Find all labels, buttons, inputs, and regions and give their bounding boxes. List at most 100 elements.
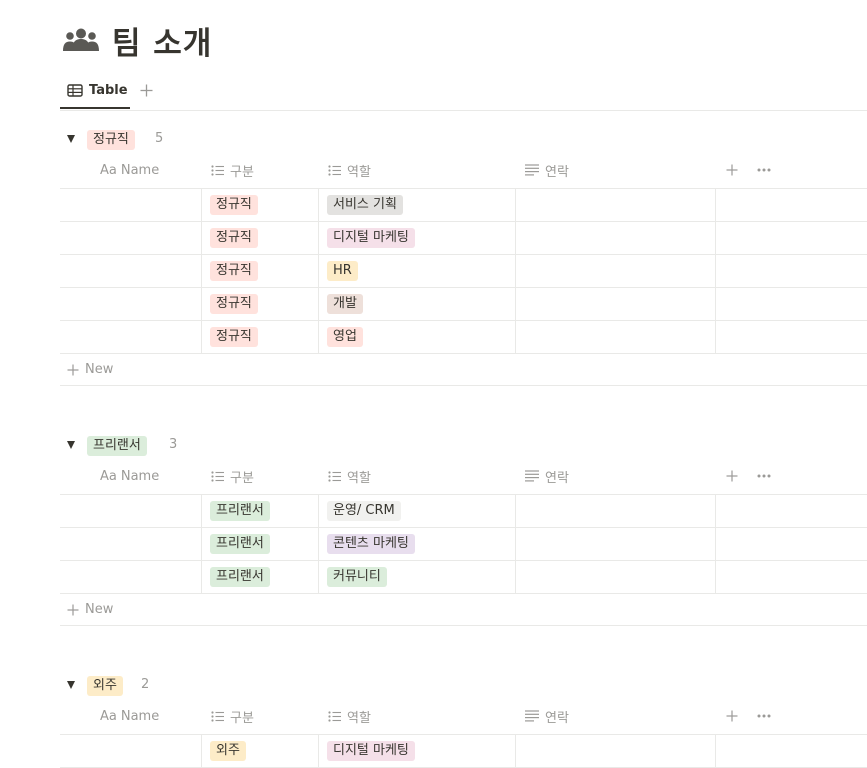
name-cell[interactable] bbox=[60, 528, 202, 560]
column-header-role[interactable]: 역할 bbox=[328, 152, 371, 188]
tab-table[interactable]: Table bbox=[60, 74, 130, 109]
plus-icon[interactable] bbox=[136, 80, 156, 100]
category-cell[interactable]: 정규직 bbox=[202, 255, 319, 287]
column-header-category[interactable]: 구분 bbox=[211, 152, 254, 188]
table-row[interactable]: 정규직 개발 bbox=[60, 288, 867, 321]
toggle-arrow-icon[interactable] bbox=[67, 135, 75, 143]
new-row-button[interactable]: New bbox=[67, 354, 113, 385]
contact-cell[interactable] bbox=[516, 735, 716, 767]
new-row: New bbox=[60, 354, 867, 386]
contact-cell[interactable] bbox=[516, 189, 716, 221]
contact-cell[interactable] bbox=[516, 222, 716, 254]
table-row[interactable]: 외주 디지털 마케팅 bbox=[60, 735, 867, 768]
column-header-contact[interactable]: 연락 bbox=[525, 698, 569, 734]
category-tag: 프리랜서 bbox=[210, 501, 270, 521]
column-header-label: Name bbox=[120, 708, 160, 724]
page-title[interactable]: 팀 소개 bbox=[112, 18, 212, 63]
role-cell[interactable]: 영업 bbox=[319, 321, 516, 353]
group-header: 외주 2 bbox=[60, 672, 867, 700]
category-cell[interactable]: 프리랜서 bbox=[202, 495, 319, 527]
column-header-label: 역할 bbox=[347, 710, 371, 726]
role-cell[interactable]: 디지털 마케팅 bbox=[319, 222, 516, 254]
table-row[interactable]: 정규직 서비스 기획 bbox=[60, 189, 867, 222]
role-cell[interactable]: 커뮤니티 bbox=[319, 561, 516, 593]
role-tag: 서비스 기획 bbox=[327, 195, 403, 215]
tab-table-label: Table bbox=[89, 83, 128, 98]
category-cell[interactable]: 프리랜서 bbox=[202, 561, 319, 593]
list-icon bbox=[328, 164, 341, 176]
table-group: 정규직 5 Aa Name 구분 역할 연락 정규직 서비스 기획 정규직 디지털 마케팅 정규직 HR… bbox=[60, 126, 867, 386]
toggle-arrow-icon[interactable] bbox=[67, 441, 75, 449]
column-header-category[interactable]: 구분 bbox=[211, 458, 254, 494]
people-group-icon[interactable] bbox=[62, 25, 100, 55]
column-header-contact[interactable]: 연락 bbox=[525, 152, 569, 188]
contact-cell[interactable] bbox=[516, 561, 716, 593]
table-row[interactable]: 정규직 영업 bbox=[60, 321, 867, 354]
toggle-arrow-icon[interactable] bbox=[67, 681, 75, 689]
table-group: 프리랜서 3 Aa Name 구분 역할 연락 프리랜서 운영/ CRM 프리랜서 콘텐츠 마케팅 프… bbox=[60, 432, 867, 626]
role-tag: HR bbox=[327, 261, 358, 281]
column-header-name[interactable]: Aa Name bbox=[100, 698, 159, 734]
name-cell[interactable] bbox=[60, 321, 202, 353]
group-count: 5 bbox=[155, 131, 164, 146]
column-header-row: Aa Name 구분 역할 연락 bbox=[60, 458, 867, 495]
column-header-role[interactable]: 역할 bbox=[328, 698, 371, 734]
column-header-row: Aa Name 구분 역할 연락 bbox=[60, 698, 867, 735]
category-cell[interactable]: 정규직 bbox=[202, 222, 319, 254]
role-cell[interactable]: 운영/ CRM bbox=[319, 495, 516, 527]
category-cell[interactable]: 프리랜서 bbox=[202, 528, 319, 560]
table-row[interactable]: 프리랜서 커뮤니티 bbox=[60, 561, 867, 594]
table-row[interactable]: 정규직 디지털 마케팅 bbox=[60, 222, 867, 255]
role-cell[interactable]: 개발 bbox=[319, 288, 516, 320]
name-cell[interactable] bbox=[60, 288, 202, 320]
name-cell[interactable] bbox=[60, 255, 202, 287]
group-label-tag[interactable]: 프리랜서 bbox=[87, 436, 147, 456]
add-column-plus-icon[interactable] bbox=[726, 152, 738, 188]
contact-cell[interactable] bbox=[516, 495, 716, 527]
column-header-role[interactable]: 역할 bbox=[328, 458, 371, 494]
list-icon bbox=[211, 710, 224, 722]
name-cell[interactable] bbox=[60, 561, 202, 593]
category-tag: 외주 bbox=[210, 741, 246, 761]
table-row[interactable]: 프리랜서 콘텐츠 마케팅 bbox=[60, 528, 867, 561]
add-column-plus-icon[interactable] bbox=[726, 458, 738, 494]
more-options-icon[interactable] bbox=[757, 698, 771, 734]
new-row-button[interactable]: New bbox=[67, 594, 113, 625]
group-count: 3 bbox=[169, 437, 178, 452]
text-lines-icon bbox=[525, 470, 539, 482]
contact-cell[interactable] bbox=[516, 255, 716, 287]
column-header-category[interactable]: 구분 bbox=[211, 698, 254, 734]
contact-cell[interactable] bbox=[516, 321, 716, 353]
contact-cell[interactable] bbox=[516, 288, 716, 320]
category-tag: 정규직 bbox=[210, 228, 258, 248]
more-options-icon[interactable] bbox=[757, 152, 771, 188]
add-column-plus-icon[interactable] bbox=[726, 698, 738, 734]
role-cell[interactable]: HR bbox=[319, 255, 516, 287]
name-cell[interactable] bbox=[60, 495, 202, 527]
group-label-tag[interactable]: 외주 bbox=[87, 676, 123, 696]
group-label-tag[interactable]: 정규직 bbox=[87, 130, 135, 150]
category-cell[interactable]: 정규직 bbox=[202, 189, 319, 221]
column-header-contact[interactable]: 연락 bbox=[525, 458, 569, 494]
column-header-label: 역할 bbox=[347, 164, 371, 180]
column-header-label: Name bbox=[120, 468, 160, 484]
role-cell[interactable]: 서비스 기획 bbox=[319, 189, 516, 221]
name-cell[interactable] bbox=[60, 735, 202, 767]
category-tag: 정규직 bbox=[210, 195, 258, 215]
category-cell[interactable]: 정규직 bbox=[202, 321, 319, 353]
name-cell[interactable] bbox=[60, 222, 202, 254]
column-header-name[interactable]: Aa Name bbox=[100, 152, 159, 188]
empty-cell bbox=[716, 735, 867, 767]
role-cell[interactable]: 콘텐츠 마케팅 bbox=[319, 528, 516, 560]
empty-cell bbox=[716, 288, 867, 320]
plus-icon bbox=[67, 364, 79, 376]
role-cell[interactable]: 디지털 마케팅 bbox=[319, 735, 516, 767]
name-cell[interactable] bbox=[60, 189, 202, 221]
more-options-icon[interactable] bbox=[757, 458, 771, 494]
table-row[interactable]: 정규직 HR bbox=[60, 255, 867, 288]
column-header-name[interactable]: Aa Name bbox=[100, 458, 159, 494]
category-cell[interactable]: 외주 bbox=[202, 735, 319, 767]
category-cell[interactable]: 정규직 bbox=[202, 288, 319, 320]
table-row[interactable]: 프리랜서 운영/ CRM bbox=[60, 495, 867, 528]
contact-cell[interactable] bbox=[516, 528, 716, 560]
